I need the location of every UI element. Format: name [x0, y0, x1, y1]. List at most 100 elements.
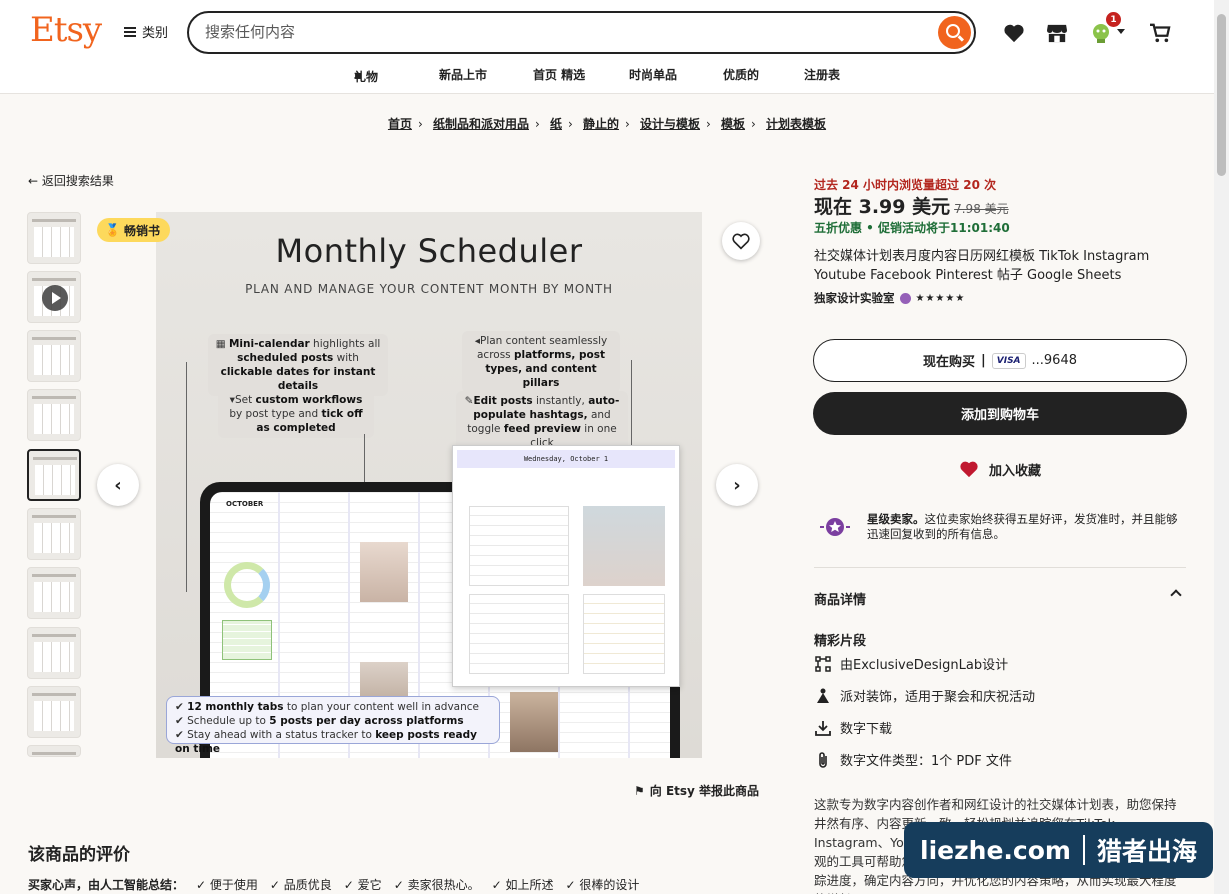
buy-now-button[interactable]: 现在购买 | VISA ...9648: [813, 339, 1187, 382]
subnav-new-arrivals[interactable]: 新品上市: [439, 66, 487, 83]
add-to-favorites-button[interactable]: 加入收藏: [813, 455, 1187, 483]
ai-review-summary: 买家心声，由人工智能总结： 便于使用 品质优良 爱它 卖家很热心。 如上所述 很…: [28, 876, 639, 893]
callout-plan-content: ◂Plan content seamlessly across platform…: [462, 331, 620, 393]
search-input[interactable]: [205, 23, 905, 41]
highlight-party: 派对装饰，适用于聚会和庆祝活动: [814, 686, 1035, 705]
reviews-heading: 该商品的评价: [28, 845, 130, 865]
paperclip-icon: [814, 751, 832, 769]
chevron-down-icon: [1117, 29, 1125, 34]
status-donut: [224, 562, 270, 608]
thumbnail[interactable]: [27, 686, 81, 738]
shop-name-link[interactable]: 独家设计实验室: [814, 290, 895, 306]
thumbnail[interactable]: [27, 627, 81, 679]
thumbnail[interactable]: [27, 508, 81, 560]
medal-icon: 🏅: [105, 223, 120, 237]
callout-mini-calendar: ▦ Mini-calendar highlights all scheduled…: [208, 334, 388, 396]
verified-badge-icon: [899, 292, 911, 304]
breadcrumb-item[interactable]: 首页: [388, 117, 412, 131]
callout-workflows: ▾Set custom workflows by post type and t…: [218, 390, 374, 438]
play-icon: [42, 285, 68, 311]
product-title: 社交媒体计划表月度内容日历网红模板 TikTok Instagram Youtu…: [814, 249, 1150, 283]
flag-icon: ⚑: [634, 783, 645, 798]
thumbnail[interactable]: [27, 567, 81, 619]
discount-note: 五折优惠 • 促销活动将于11:01:40: [814, 221, 1010, 235]
categories-label: 类别: [142, 26, 169, 41]
review-tag[interactable]: 很棒的设计: [565, 876, 639, 893]
notification-badge: 1: [1106, 12, 1121, 27]
search-button[interactable]: [938, 16, 971, 49]
visa-card-icon: VISA: [991, 352, 1026, 369]
item-details-toggle[interactable]: 商品详情: [814, 589, 1186, 608]
favorites-heart-icon[interactable]: [1001, 20, 1027, 46]
subnav-fashion[interactable]: 时尚单品: [629, 66, 677, 83]
review-tag[interactable]: 卖家很热心。: [394, 876, 480, 893]
thumbnail[interactable]: [27, 745, 81, 757]
chevron-left-icon: ‹: [114, 474, 122, 496]
watermark-overlay: liezhe.com 猎者出海: [904, 822, 1213, 878]
feature-list-box: ✔ 12 monthly tabs to plan your content w…: [166, 696, 500, 755]
post-photo: [360, 542, 408, 602]
breadcrumb-item[interactable]: 模板: [721, 117, 745, 131]
design-tool-icon: [814, 655, 832, 673]
divider: [814, 567, 1186, 568]
categories-button[interactable]: 类别: [124, 22, 168, 41]
highlight-designer: 由ExclusiveDesignLab设计: [814, 654, 1008, 673]
download-icon: [814, 719, 832, 737]
thumbnail[interactable]: [27, 330, 81, 382]
breadcrumb-item[interactable]: 计划表模板: [766, 117, 826, 131]
search-bar: [187, 11, 976, 54]
page-scrollbar[interactable]: [1214, 0, 1229, 894]
bestseller-badge: 🏅 畅销书: [97, 218, 170, 242]
prev-image-button[interactable]: ‹: [97, 464, 139, 506]
heart-filled-icon: [960, 461, 978, 478]
subnav-home-picks[interactable]: 首页 精选: [533, 66, 585, 83]
next-image-button[interactable]: ›: [716, 464, 758, 506]
report-item-link[interactable]: ⚑ 向 Etsy 举报此商品: [634, 782, 759, 799]
site-header: Etsy 类别 1 ▪礼物 新品上市 首页 精选 时尚单品 优质的 注册表: [0, 0, 1229, 94]
review-tag[interactable]: 如上所述: [492, 876, 553, 893]
add-to-cart-button[interactable]: 添加到购物车: [813, 392, 1187, 435]
image-title: Monthly Scheduler: [275, 232, 583, 270]
breadcrumb-item[interactable]: 静止的: [583, 117, 619, 131]
post-photo: [510, 692, 558, 752]
shop-info: 独家设计实验室 ★★★★★: [814, 290, 965, 306]
post-detail-popup: Wednesday, October 1: [452, 445, 680, 687]
heart-outline-icon: [732, 233, 750, 250]
connector-line: [186, 362, 187, 592]
highlight-digital-download: 数字下载: [814, 718, 892, 737]
back-to-results-link[interactable]: ← 返回搜索结果: [28, 172, 114, 189]
todo-table: [583, 594, 665, 674]
rating-stars[interactable]: ★★★★★: [916, 293, 966, 304]
image-subtitle: PLAN AND MANAGE YOUR CONTENT MONTH BY MO…: [245, 282, 613, 296]
favorite-button[interactable]: [722, 222, 760, 260]
arrow-left-icon: ←: [28, 174, 39, 188]
post-details-table: [469, 594, 569, 674]
review-tag[interactable]: 便于使用: [196, 876, 258, 893]
shop-store-icon[interactable]: [1044, 20, 1070, 46]
chevron-right-icon: ›: [733, 474, 741, 496]
post-preview-photo: [583, 506, 665, 586]
thumbnail-selected[interactable]: [27, 449, 81, 501]
subnav-premium[interactable]: 优质的: [723, 66, 759, 83]
chevron-up-icon: [1170, 589, 1182, 601]
mini-calendar: [222, 620, 272, 660]
callout-edit-posts: ✎Edit posts instantly, auto-populate has…: [456, 391, 628, 453]
breadcrumb-item[interactable]: 纸制品和派对用品: [433, 117, 529, 131]
thumbnail[interactable]: [27, 389, 81, 441]
party-icon: [814, 687, 832, 705]
thumbnail-video[interactable]: [27, 271, 81, 323]
cart-icon[interactable]: [1147, 20, 1173, 46]
subnav-registry[interactable]: 注册表: [804, 66, 840, 83]
price: 现在 3.99 美元 7.98 美元: [814, 192, 1009, 219]
breadcrumb-item[interactable]: 设计与模板: [640, 117, 700, 131]
card-number: ...9648: [1031, 353, 1077, 368]
scrollbar-thumb[interactable]: [1217, 14, 1226, 176]
breadcrumb-item[interactable]: 纸: [550, 117, 562, 131]
review-tag[interactable]: 品质优良: [270, 876, 332, 893]
etsy-logo[interactable]: Etsy: [30, 10, 102, 50]
product-main-image[interactable]: Monthly Scheduler PLAN AND MANAGE YOUR C…: [156, 212, 702, 758]
views-note: 过去 24 小时内浏览量超过 20 次: [814, 178, 997, 192]
category-subnav: ▪ 礼物 新品上市 首页 精选 时尚单品 优质的 注册表: [354, 66, 841, 84]
review-tag[interactable]: 爱它: [344, 876, 382, 893]
thumbnail[interactable]: [27, 212, 81, 264]
